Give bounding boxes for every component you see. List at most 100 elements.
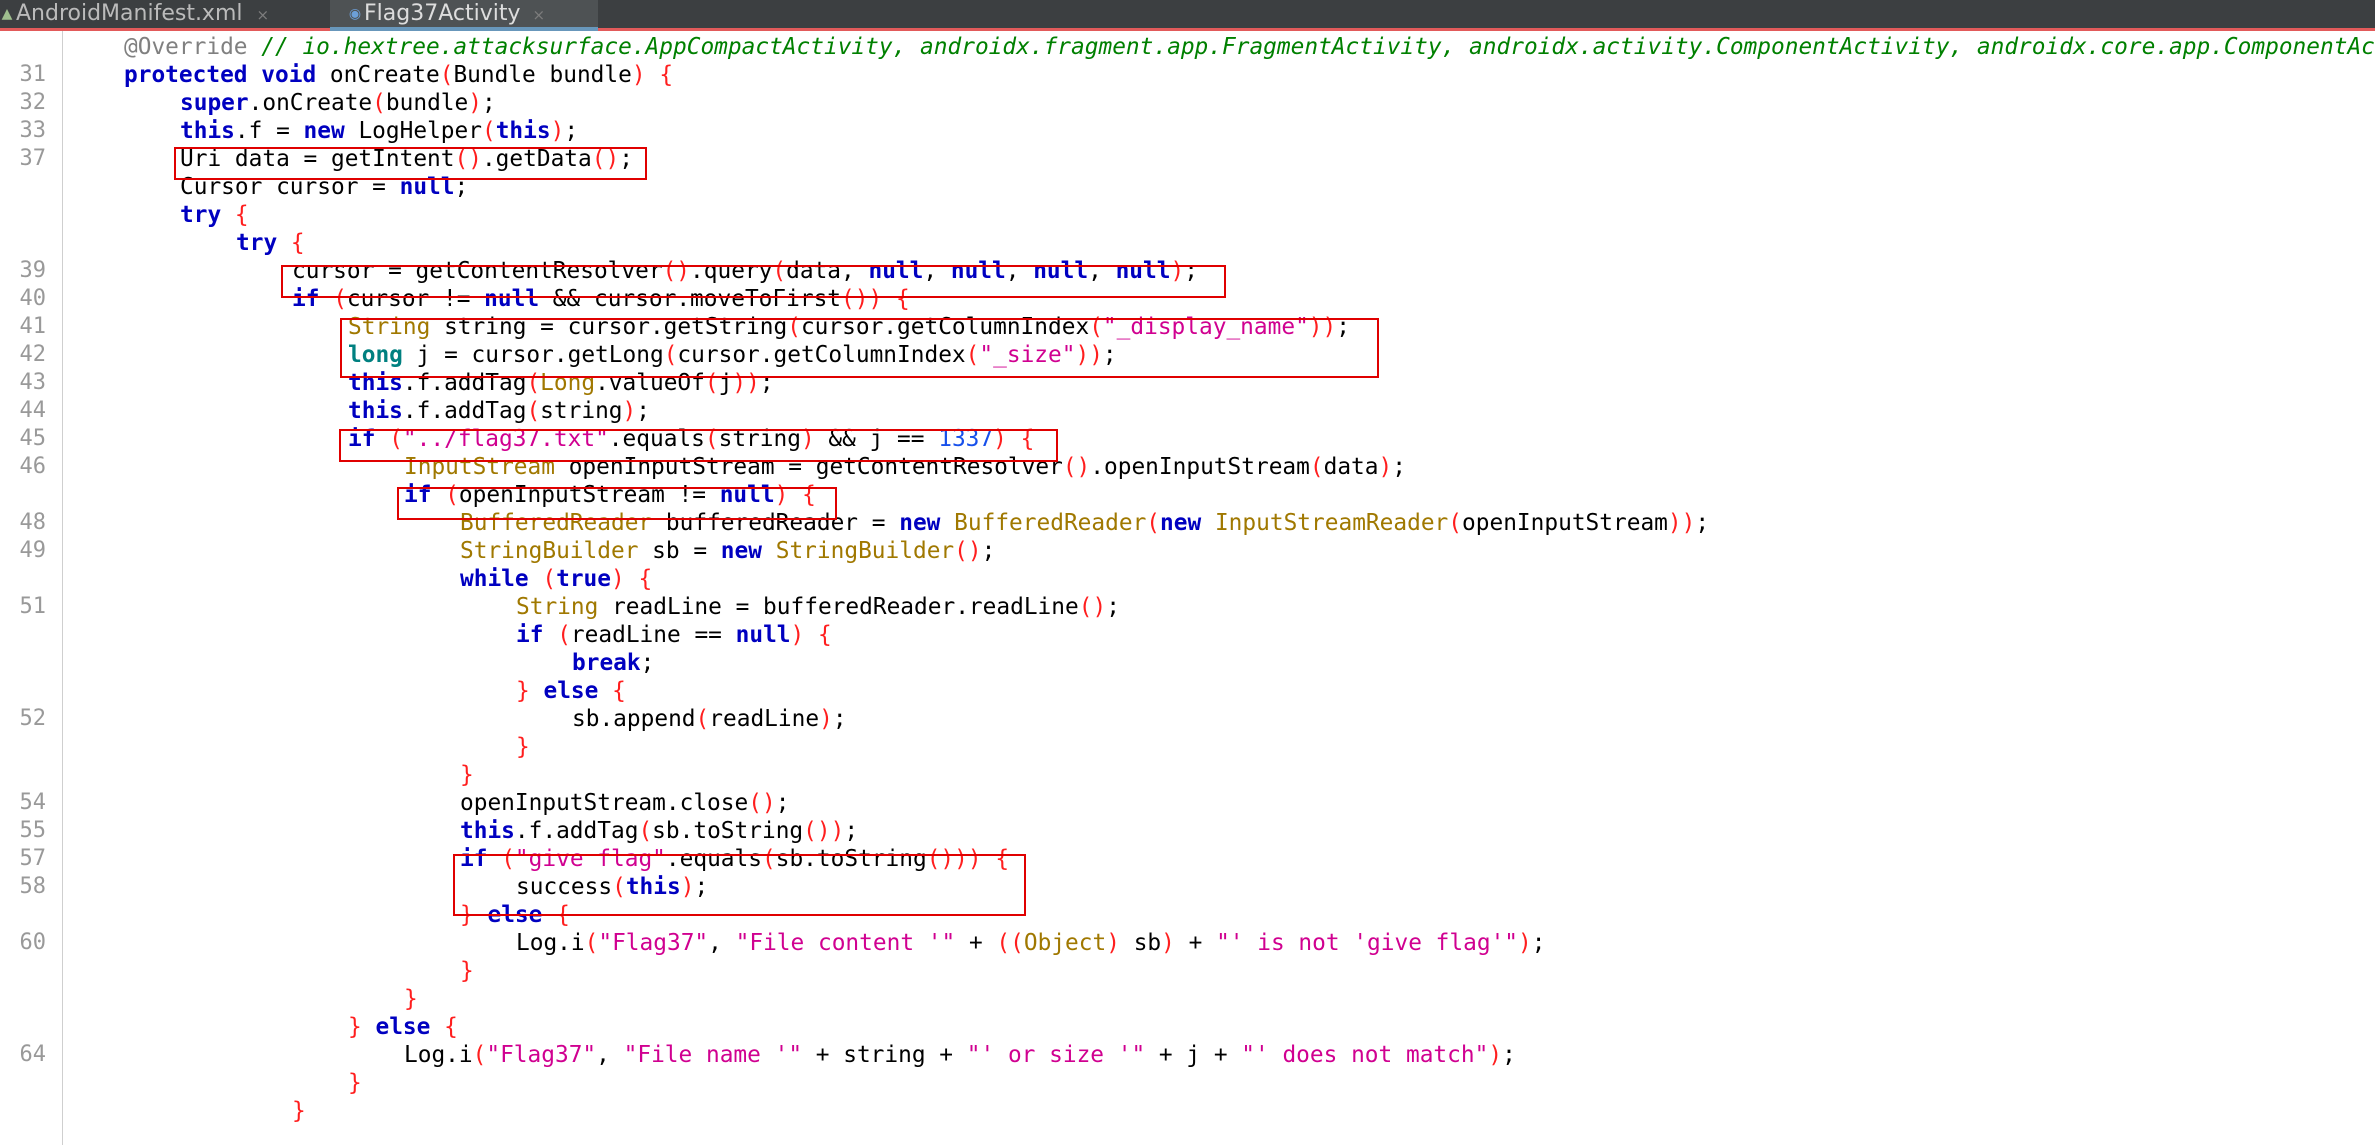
code-line[interactable]: }	[404, 985, 418, 1013]
code-line[interactable]: @Override // io.hextree.attacksurface.Ap…	[124, 33, 2375, 61]
code-token: (	[1309, 454, 1324, 480]
code-token: try	[236, 230, 278, 256]
code-token: }	[348, 1014, 362, 1040]
code-token: readLine = bufferedReader.readLine	[598, 594, 1079, 620]
code-token: }	[348, 1070, 362, 1096]
code-token: ;	[481, 90, 496, 116]
code-token: ()	[1062, 454, 1091, 480]
code-line[interactable]: break;	[572, 649, 654, 677]
code-token: +	[955, 930, 997, 956]
code-token: ))	[1667, 510, 1696, 536]
code-token: ;	[1392, 454, 1406, 480]
code-token: (	[472, 1042, 487, 1068]
tab-android-manifest[interactable]: ▲ AndroidManifest.xml ×	[0, 0, 322, 28]
code-line[interactable]: this.f.addTag(sb.toString());	[460, 817, 858, 845]
line-number	[0, 201, 46, 229]
code-line[interactable]: protected void onCreate(Bundle bundle) {	[124, 61, 673, 89]
code-token: (	[542, 566, 557, 592]
code-line[interactable]: }	[516, 733, 530, 761]
line-number: 51	[19, 594, 47, 619]
code-token: BufferedReader	[954, 510, 1147, 536]
code-line[interactable]: if (readLine == null) {	[516, 621, 832, 649]
code-line[interactable]: this.f.addTag(string);	[348, 397, 650, 425]
code-token: sb	[1119, 930, 1162, 956]
code-line[interactable]: }	[348, 1069, 362, 1097]
code-token: ;	[640, 650, 655, 676]
code-token: try	[180, 202, 222, 228]
code-line[interactable]: Log.i("Flag37", "File content '" + ((Obj…	[516, 929, 1546, 957]
line-number	[0, 985, 46, 1013]
code-line[interactable]: }	[460, 957, 474, 985]
code-token: openInputStream.close	[460, 790, 749, 816]
close-icon[interactable]: ×	[532, 6, 545, 24]
code-line[interactable]: try {	[236, 229, 305, 257]
code-token: true	[556, 566, 611, 592]
code-line[interactable]: }	[460, 761, 474, 789]
code-line[interactable]: String readLine = bufferedReader.readLin…	[516, 593, 1120, 621]
line-number: 58	[19, 874, 47, 899]
code-token: )	[622, 398, 637, 424]
code-token: )	[550, 118, 565, 144]
code-token: "File content '"	[735, 930, 956, 956]
code-token: + string +	[802, 1042, 967, 1068]
code-token: ())	[803, 818, 845, 844]
code-token: {	[234, 202, 249, 228]
code-token: +	[1174, 930, 1217, 956]
code-token: {	[818, 622, 832, 648]
code-token: (	[1448, 510, 1463, 536]
code-token: "Flag37"	[598, 930, 709, 956]
editor-tab-bar: ▲ AndroidManifest.xml × ◉ Flag37Activity ×	[0, 0, 2375, 31]
code-token: new	[899, 510, 941, 536]
code-editor[interactable]: 31 32 33 37 39 40 41 42 43 44 45 46 48 49 51 52 54 55 57 58…	[0, 31, 2375, 1145]
class-file-icon: ◉	[348, 6, 362, 22]
code-line[interactable]: StringBuilder sb = new StringBuilder();	[460, 537, 995, 565]
code-line[interactable]: } else {	[348, 1013, 458, 1041]
code-line[interactable]: }	[292, 1097, 306, 1125]
line-number: 40	[19, 286, 47, 311]
code-token: )	[468, 90, 482, 116]
highlight-give-flag-check	[453, 854, 1026, 916]
line-number: 48	[19, 510, 47, 535]
code-token: {	[659, 62, 674, 88]
code-token: .f.addTag	[402, 398, 527, 424]
line-number	[0, 677, 46, 705]
code-token: )	[1488, 1042, 1503, 1068]
code-token: readLine ==	[570, 622, 736, 648]
code-token: }	[516, 734, 530, 760]
code-line[interactable]: } else {	[516, 677, 626, 705]
line-number: 37	[19, 146, 47, 171]
code-line[interactable]: openInputStream.close();	[460, 789, 789, 817]
code-line[interactable]: this.f = new LogHelper(this);	[180, 117, 578, 145]
code-token: {	[612, 678, 626, 704]
code-token: }	[460, 762, 474, 788]
line-number	[0, 1097, 46, 1125]
code-line[interactable]: sb.append(readLine);	[572, 705, 847, 733]
code-token: if	[516, 622, 544, 648]
code-token: "' is not 'give flag'"	[1216, 930, 1519, 956]
code-token: this	[460, 818, 515, 844]
line-number: 55	[19, 818, 47, 843]
code-token: // io.hextree.attacksurface.AppCompactAc…	[261, 34, 2375, 60]
code-token: ;	[1502, 1042, 1516, 1068]
code-token: ;	[844, 818, 859, 844]
code-token: {	[638, 566, 653, 592]
close-icon[interactable]: ×	[257, 6, 270, 24]
code-line[interactable]: super.onCreate(bundle);	[180, 89, 496, 117]
code-line[interactable]: while (true) {	[460, 565, 652, 593]
tab-flag37-activity[interactable]: ◉ Flag37Activity ×	[330, 0, 598, 31]
code-token: (	[638, 818, 653, 844]
code-line[interactable]: Log.i("Flag37", "File name '" + string +…	[404, 1041, 1516, 1069]
line-number	[0, 565, 46, 593]
code-token: bundle	[385, 90, 469, 116]
code-token: "File name '"	[623, 1042, 803, 1068]
code-line[interactable]: try {	[180, 201, 249, 229]
